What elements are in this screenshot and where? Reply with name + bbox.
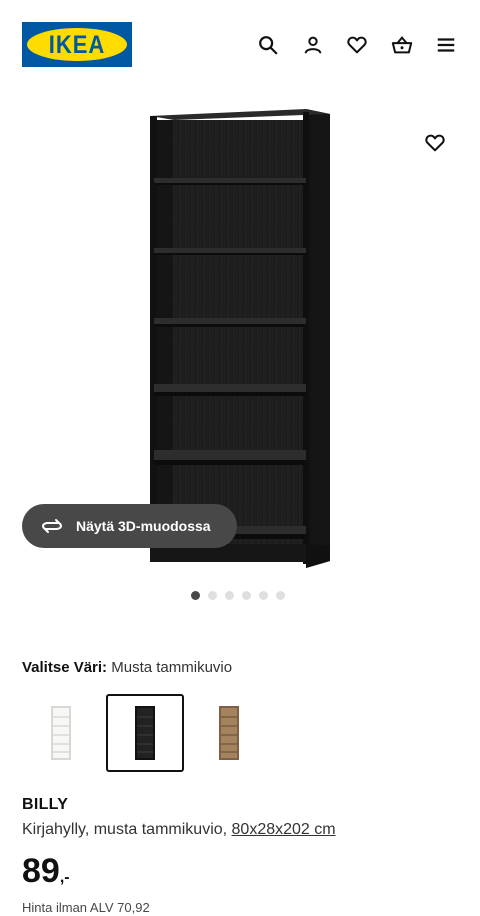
swatch-black-oak[interactable] (106, 694, 184, 772)
color-value: Musta tammikuvio (111, 659, 233, 676)
price-without-vat: Hinta ilman ALV 70,92 (22, 900, 150, 915)
price-suffix: ,- (59, 869, 70, 886)
carousel-dot[interactable] (208, 591, 217, 600)
user-icon[interactable] (300, 32, 326, 58)
logo-oval: IKEA (27, 28, 127, 61)
view-3d-button[interactable]: Näytä 3D-muodossa (22, 504, 237, 548)
carousel-dot[interactable] (191, 591, 200, 600)
product-description-text: Kirjahylly, musta tammikuvio, (22, 821, 232, 838)
rotate-3d-icon (40, 514, 64, 538)
carousel-dot[interactable] (242, 591, 251, 600)
view-3d-label: Näytä 3D-muodossa (76, 518, 211, 534)
product-name: BILLY (22, 796, 69, 813)
bookcase-image (150, 109, 330, 568)
product-price: 89 ,- (22, 852, 70, 890)
favorite-heart-icon[interactable] (422, 130, 448, 156)
swatch-brown-oak[interactable] (190, 694, 268, 772)
search-icon[interactable] (255, 32, 281, 58)
logo-text: IKEA (48, 29, 106, 59)
product-gallery[interactable]: Näytä 3D-muodossa (0, 90, 480, 610)
product-description: Kirjahylly, musta tammikuvio, 80x28x202 … (22, 821, 336, 839)
carousel-dot[interactable] (259, 591, 268, 600)
color-selection-label: Valitse Väri: Musta tammikuvio (22, 659, 232, 676)
color-swatches (22, 694, 274, 772)
carousel-dots (191, 591, 285, 600)
price-value: 89 (22, 852, 60, 890)
carousel-dot[interactable] (276, 591, 285, 600)
measurements-link[interactable]: 80x28x202 cm (232, 821, 336, 838)
swatch-white[interactable] (22, 694, 100, 772)
carousel-dot[interactable] (225, 591, 234, 600)
color-label: Valitse Väri: (22, 659, 108, 676)
heart-icon[interactable] (344, 32, 370, 58)
basket-icon[interactable] (389, 32, 415, 58)
menu-icon[interactable] (433, 32, 459, 58)
header: IKEA (0, 0, 480, 90)
ikea-logo[interactable]: IKEA (22, 22, 132, 67)
